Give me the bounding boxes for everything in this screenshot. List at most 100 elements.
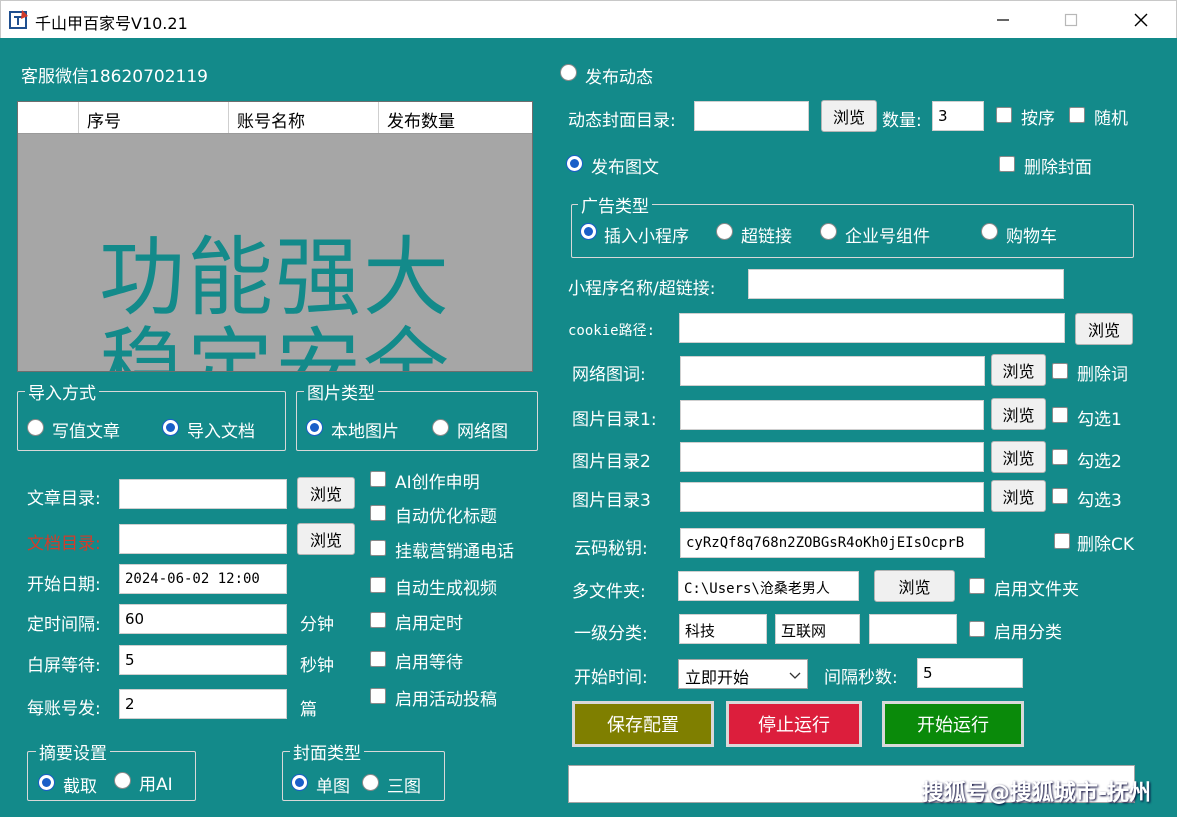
radio-ad-mini[interactable] bbox=[580, 223, 597, 240]
doc-dir-label: 文档目录: bbox=[27, 534, 101, 554]
minimize-icon bbox=[997, 19, 1009, 21]
dynamic-cover-browse-button[interactable]: 浏览 bbox=[821, 100, 877, 132]
radio-summary-ai[interactable] bbox=[114, 772, 131, 789]
per-account-input[interactable]: 2 bbox=[119, 689, 287, 719]
column-header-count[interactable]: 发布数量 bbox=[379, 102, 532, 133]
img-dir3-browse-button[interactable]: 浏览 bbox=[991, 480, 1046, 512]
interval-unit: 分钟 bbox=[300, 615, 334, 635]
mount-phone-checkbox[interactable] bbox=[370, 540, 386, 556]
auto-title-checkbox[interactable] bbox=[370, 505, 386, 521]
web-words-label: 网络图词: bbox=[572, 365, 646, 385]
delete-cover-checkbox[interactable] bbox=[999, 156, 1015, 172]
web-words-input[interactable] bbox=[680, 356, 985, 386]
start-date-input[interactable]: 2024-06-02 12:00 bbox=[119, 564, 287, 594]
stop-button[interactable]: 停止运行 bbox=[726, 701, 862, 747]
dynamic-cover-label: 动态封面目录: bbox=[568, 111, 676, 131]
in-order-label: 按序 bbox=[1021, 109, 1055, 129]
radio-summary-ai-label: 用AI bbox=[139, 775, 173, 795]
close-button[interactable] bbox=[1118, 1, 1164, 39]
radio-write-article[interactable] bbox=[27, 419, 44, 436]
doc-dir-browse-button[interactable]: 浏览 bbox=[297, 523, 355, 555]
category1-input[interactable]: 科技 bbox=[679, 614, 767, 644]
minimize-button[interactable] bbox=[980, 1, 1026, 39]
column-header-index[interactable]: 序号 bbox=[79, 102, 229, 133]
enable-activity-checkbox[interactable] bbox=[370, 688, 386, 704]
per-account-label: 每账号发: bbox=[27, 699, 101, 719]
enable-category-checkbox[interactable] bbox=[969, 621, 985, 637]
start-time-select[interactable]: 立即开始 bbox=[678, 659, 808, 689]
img-dir3-input[interactable] bbox=[680, 482, 984, 512]
ai-declare-label: AI创作申明 bbox=[395, 473, 480, 493]
random-checkbox[interactable] bbox=[1069, 107, 1085, 123]
interval-input[interactable]: 60 bbox=[119, 604, 287, 634]
radio-ad-cart[interactable] bbox=[981, 223, 998, 240]
wait-input[interactable]: 5 bbox=[119, 645, 287, 675]
import-method-title: 导入方式 bbox=[25, 379, 99, 404]
img-dir2-browse-button[interactable]: 浏览 bbox=[991, 441, 1046, 473]
interval-sec-label: 间隔秒数: bbox=[824, 668, 898, 688]
radio-publish-dynamic-label: 发布动态 bbox=[585, 68, 653, 88]
multi-folder-browse-button[interactable]: 浏览 bbox=[874, 570, 955, 602]
enable-activity-label: 启用活动投稿 bbox=[395, 690, 497, 710]
enable-wait-checkbox[interactable] bbox=[370, 651, 386, 667]
radio-local-image[interactable] bbox=[306, 419, 323, 436]
radio-web-image[interactable] bbox=[432, 419, 449, 436]
account-table[interactable]: 序号 账号名称 发布数量 功能强大 稳定安全 bbox=[17, 101, 533, 372]
dynamic-cover-input[interactable] bbox=[694, 101, 809, 131]
start-date-label: 开始日期: bbox=[27, 575, 101, 595]
delete-ck-checkbox[interactable] bbox=[1054, 533, 1070, 549]
cookie-browse-button[interactable]: 浏览 bbox=[1075, 313, 1133, 345]
radio-cover-three[interactable] bbox=[362, 774, 379, 791]
img-dir1-browse-button[interactable]: 浏览 bbox=[991, 398, 1046, 430]
maximize-button bbox=[1048, 1, 1094, 39]
radio-summary-cut[interactable] bbox=[38, 774, 55, 791]
check2-label: 勾选2 bbox=[1077, 452, 1122, 472]
img-dir2-label: 图片目录2 bbox=[572, 452, 651, 472]
delete-cover-label: 删除封面 bbox=[1024, 158, 1092, 178]
check1-checkbox[interactable] bbox=[1052, 407, 1068, 423]
radio-local-image-label: 本地图片 bbox=[331, 422, 399, 442]
cloud-key-input[interactable]: cyRzQf8q768n2ZOBGsR4oKh0jEIsOcprB bbox=[680, 528, 985, 558]
category-label: 一级分类: bbox=[574, 624, 648, 644]
radio-import-doc[interactable] bbox=[162, 419, 179, 436]
start-button[interactable]: 开始运行 bbox=[882, 701, 1024, 747]
radio-publish-dynamic[interactable] bbox=[560, 64, 577, 81]
radio-publish-article-label: 发布图文 bbox=[591, 158, 659, 178]
radio-ad-cart-label: 购物车 bbox=[1006, 227, 1057, 247]
article-dir-input[interactable] bbox=[119, 479, 287, 509]
article-dir-browse-button[interactable]: 浏览 bbox=[297, 477, 355, 509]
img-dir2-input[interactable] bbox=[680, 442, 984, 472]
enable-wait-label: 启用等待 bbox=[395, 653, 463, 673]
interval-sec-input[interactable]: 5 bbox=[917, 658, 1023, 688]
img-dir1-input[interactable] bbox=[680, 400, 984, 430]
radio-import-doc-label: 导入文档 bbox=[187, 422, 255, 442]
cover-type-title: 封面类型 bbox=[290, 739, 364, 764]
doc-dir-input[interactable] bbox=[119, 524, 287, 554]
count-input[interactable]: 3 bbox=[932, 101, 984, 131]
radio-ad-link[interactable] bbox=[716, 223, 733, 240]
radio-write-article-label: 写值文章 bbox=[52, 422, 120, 442]
delete-words-checkbox[interactable] bbox=[1052, 363, 1068, 379]
enable-timer-checkbox[interactable] bbox=[370, 612, 386, 628]
auto-video-checkbox[interactable] bbox=[370, 577, 386, 593]
check3-checkbox[interactable] bbox=[1052, 488, 1068, 504]
mini-program-input[interactable] bbox=[748, 269, 1064, 299]
column-header-account[interactable]: 账号名称 bbox=[229, 102, 379, 133]
ad-type-title: 广告类型 bbox=[578, 192, 652, 217]
auto-title-label: 自动优化标题 bbox=[395, 507, 497, 527]
category2-input[interactable]: 互联网 bbox=[775, 614, 860, 644]
radio-cover-single[interactable] bbox=[291, 774, 308, 791]
save-config-button[interactable]: 保存配置 bbox=[572, 701, 714, 747]
radio-publish-article[interactable] bbox=[566, 155, 583, 172]
radio-ad-component[interactable] bbox=[820, 223, 837, 240]
multi-folder-input[interactable]: C:\Users\沧桑老男人 bbox=[678, 571, 859, 601]
cookie-path-input[interactable] bbox=[679, 313, 1065, 343]
in-order-checkbox[interactable] bbox=[996, 107, 1012, 123]
category3-input[interactable] bbox=[869, 614, 957, 644]
web-words-browse-button[interactable]: 浏览 bbox=[991, 354, 1046, 386]
close-icon bbox=[1134, 13, 1148, 27]
check2-checkbox[interactable] bbox=[1052, 449, 1068, 465]
radio-summary-cut-label: 截取 bbox=[63, 777, 97, 797]
enable-folder-checkbox[interactable] bbox=[969, 578, 985, 594]
ai-declare-checkbox[interactable] bbox=[370, 471, 386, 487]
